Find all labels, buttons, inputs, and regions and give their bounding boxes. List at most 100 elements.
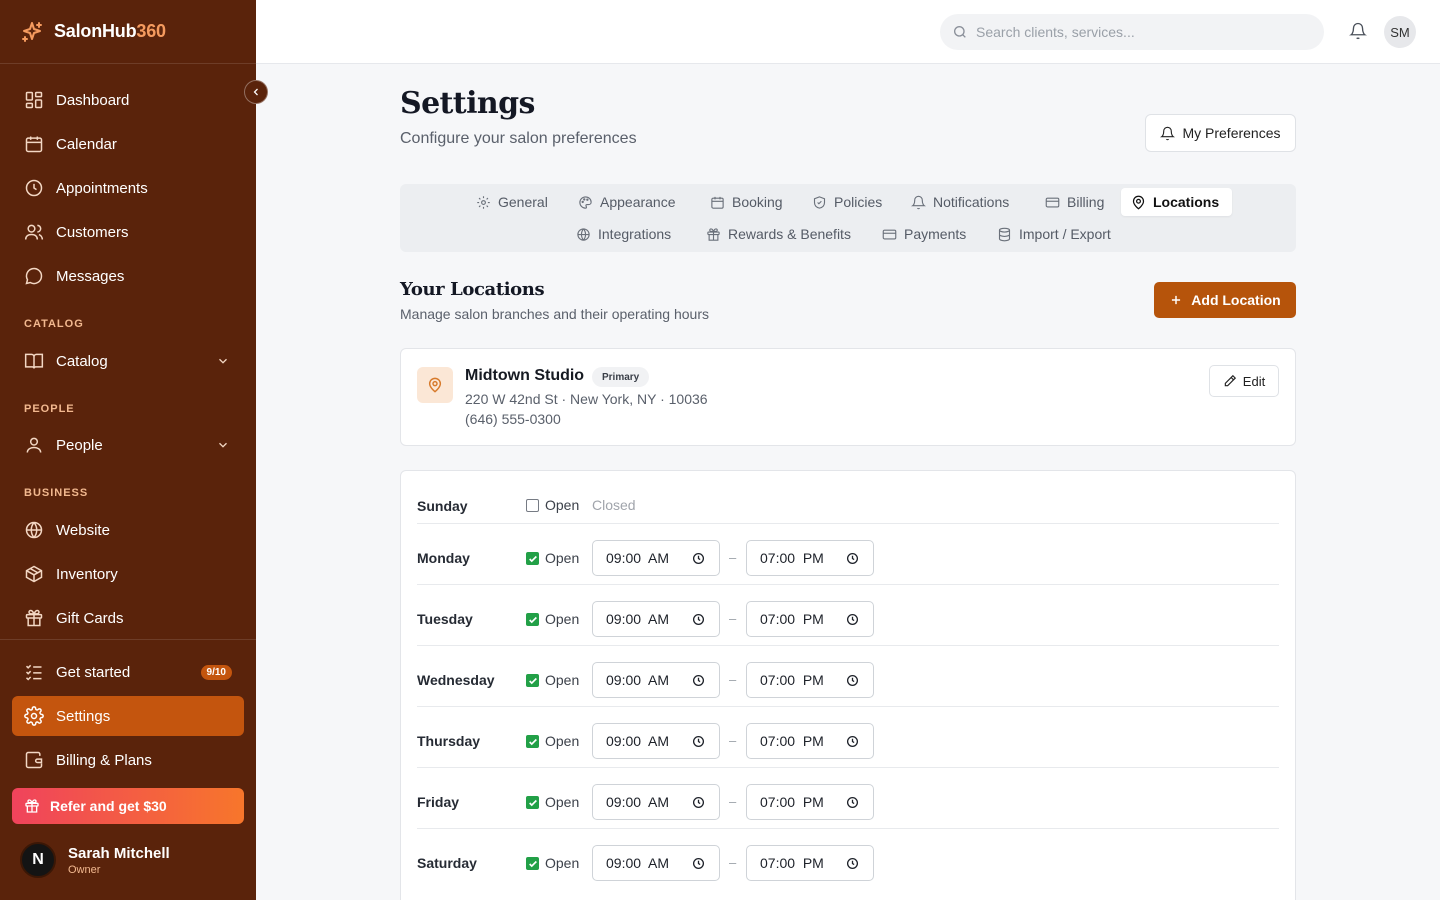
clock-icon [846, 613, 859, 625]
open-time-input[interactable]: 09:00 AM [592, 662, 720, 698]
nav-calendar[interactable]: Calendar [12, 124, 244, 164]
nav-label: Billing & Plans [56, 751, 152, 769]
tab-import-export[interactable]: Import / Export [987, 220, 1121, 248]
nav-website[interactable]: Website [12, 510, 244, 550]
check-icon [528, 799, 537, 806]
open-checkbox[interactable] [526, 857, 539, 870]
open-checkbox[interactable] [526, 674, 539, 687]
clock-icon [846, 552, 859, 564]
gift-icon [707, 227, 720, 241]
time-separator: – [729, 550, 737, 565]
my-preferences-button[interactable]: My Preferences [1145, 114, 1296, 152]
clock-icon [692, 735, 705, 747]
search-bar[interactable] [940, 14, 1324, 50]
tab-label: Billing [1067, 194, 1105, 210]
open-label: Open [545, 672, 580, 688]
open-checkbox[interactable] [526, 552, 539, 565]
brand-name: SalonHub360 [54, 21, 166, 41]
tab-locations[interactable]: Locations [1121, 188, 1232, 216]
tab-label: Locations [1153, 194, 1220, 210]
time-separator: – [729, 855, 737, 870]
clock-icon [25, 179, 43, 197]
map-pin-icon [428, 377, 442, 393]
open-checkbox[interactable] [526, 499, 539, 512]
tab-notifications[interactable]: Notifications [901, 188, 1019, 216]
time-value: 07:00 PM [760, 550, 824, 566]
map-pin-icon [1132, 195, 1145, 210]
globe-icon [25, 521, 43, 539]
time-value: 09:00 AM [606, 550, 670, 566]
search-icon [954, 26, 966, 38]
nav-appointments[interactable]: Appointments [12, 168, 244, 208]
time-value: 07:00 PM [760, 794, 824, 810]
tab-general[interactable]: General [466, 188, 558, 216]
user-profile[interactable]: N Sarah Mitchell Owner [20, 842, 170, 878]
close-time-input[interactable]: 07:00 PM [746, 540, 874, 576]
nav-messages[interactable]: Messages [12, 256, 244, 296]
collapse-sidebar-button[interactable] [244, 80, 268, 104]
open-checkbox[interactable] [526, 613, 539, 626]
nav-billing-plans[interactable]: Billing & Plans [12, 740, 244, 780]
open-time-input[interactable]: 09:00 AM [592, 845, 720, 881]
search-input[interactable] [976, 24, 1296, 40]
tab-label: Rewards & Benefits [728, 226, 851, 242]
open-time-input[interactable]: 09:00 AM [592, 601, 720, 637]
nav-label: Appointments [56, 179, 148, 197]
tab-integrations[interactable]: Integrations [566, 220, 681, 248]
user-icon [26, 437, 42, 453]
close-time-input[interactable]: 07:00 PM [746, 845, 874, 881]
box-icon [25, 565, 43, 583]
open-checkbox[interactable] [526, 796, 539, 809]
nav-catalog[interactable]: Catalog [12, 341, 244, 381]
tab-rewards-benefits[interactable]: Rewards & Benefits [696, 220, 861, 248]
nav-inventory[interactable]: Inventory [12, 554, 244, 594]
tab-label: Appearance [600, 194, 676, 210]
clock-icon [692, 857, 705, 869]
close-time-input[interactable]: 07:00 PM [746, 723, 874, 759]
avatar[interactable]: SM [1384, 16, 1416, 48]
close-time-input[interactable]: 07:00 PM [746, 601, 874, 637]
pencil-icon [1224, 374, 1236, 387]
tab-label: Notifications [933, 194, 1010, 210]
nav-settings[interactable]: Settings [12, 696, 244, 736]
brand[interactable]: SalonHub360 [0, 0, 256, 64]
bell-icon[interactable] [1349, 22, 1367, 40]
add-location-button[interactable]: Add Location [1154, 282, 1296, 318]
close-time-input[interactable]: 07:00 PM [746, 784, 874, 820]
nav-get-started[interactable]: Get started 9/10 [12, 652, 244, 692]
tab-policies[interactable]: Policies [802, 188, 892, 216]
close-time-input[interactable]: 07:00 PM [746, 662, 874, 698]
open-checkbox[interactable] [526, 735, 539, 748]
nav-label: Dashboard [56, 91, 130, 109]
day-name: Friday [417, 794, 460, 810]
nav-customers[interactable]: Customers [12, 212, 244, 252]
tab-label: Policies [834, 194, 883, 210]
nav-dashboard[interactable]: Dashboard [12, 80, 244, 120]
time-value: 09:00 AM [606, 794, 670, 810]
primary-badge: Primary [592, 367, 650, 387]
edit-location-button[interactable]: Edit [1209, 365, 1279, 397]
tab-booking[interactable]: Booking [700, 188, 793, 216]
open-time-input[interactable]: 09:00 AM [592, 723, 720, 759]
chevron-left-icon [253, 88, 258, 96]
tab-payments[interactable]: Payments [872, 220, 976, 248]
day-name: Sunday [417, 498, 468, 514]
open-label: Open [545, 794, 580, 810]
open-time-input[interactable]: 09:00 AM [592, 784, 720, 820]
refer-button[interactable]: Refer and get $30 [12, 788, 244, 824]
operating-hours-card: Sunday Open Closed Monday Open 09:00 AM … [400, 470, 1296, 900]
nav-gift-cards[interactable]: Gift Cards [12, 598, 244, 638]
check-icon [528, 555, 537, 562]
hours-row-tuesday: Tuesday Open 09:00 AM – 07:00 PM [417, 585, 1279, 646]
tab-billing[interactable]: Billing [1035, 188, 1114, 216]
dashboard-icon [25, 91, 43, 109]
day-name: Saturday [417, 855, 477, 871]
time-value: 09:00 AM [606, 611, 670, 627]
open-time-input[interactable]: 09:00 AM [592, 540, 720, 576]
nav-people[interactable]: People [12, 425, 244, 465]
chevron-down-icon [219, 442, 227, 448]
check-icon [528, 616, 537, 623]
hours-row-saturday: Saturday Open 09:00 AM – 07:00 PM [417, 829, 1279, 890]
tab-appearance[interactable]: Appearance [568, 188, 686, 216]
time-separator: – [729, 672, 737, 687]
